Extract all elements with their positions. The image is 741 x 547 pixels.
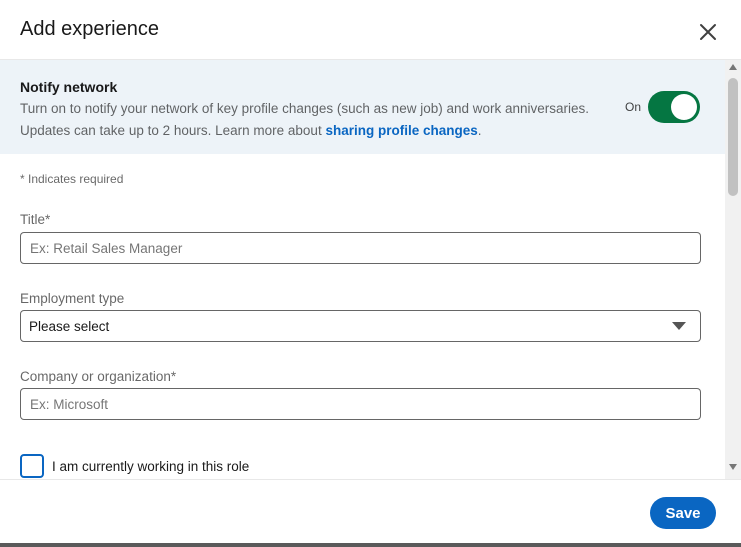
currently-working-label[interactable]: I am currently working in this role [52, 459, 249, 474]
sharing-profile-changes-link[interactable]: sharing profile changes [325, 123, 477, 138]
toggle-state-label: On [625, 100, 642, 114]
employment-type-select[interactable]: Please select [20, 310, 701, 342]
title-input[interactable] [20, 232, 701, 264]
save-button[interactable]: Save [650, 497, 716, 529]
currently-working-checkbox[interactable] [20, 454, 44, 478]
required-note: * Indicates required [20, 172, 124, 186]
scrollbar[interactable] [725, 60, 741, 479]
dialog-title: Add experience [20, 18, 159, 40]
title-label: Title* [20, 212, 51, 227]
window-bottom-edge [0, 543, 741, 547]
close-button[interactable] [690, 14, 726, 50]
dialog-content[interactable]: Notify network Turn on to notify your ne… [0, 60, 741, 479]
dialog-footer: Save [0, 479, 741, 547]
employment-type-label: Employment type [20, 291, 125, 306]
notify-network-panel: Notify network Turn on to notify your ne… [0, 60, 725, 154]
toggle-knob [671, 94, 697, 120]
notify-description-line1: Turn on to notify your network of key pr… [20, 101, 590, 116]
notify-description-line2: Updates can take up to 2 hours. Learn mo… [20, 123, 326, 138]
scroll-down-arrow-icon[interactable] [729, 464, 737, 470]
notify-network-title: Notify network [20, 79, 118, 95]
caret-down-icon [672, 322, 686, 330]
scrollbar-thumb[interactable] [728, 78, 738, 196]
scroll-up-arrow-icon[interactable] [729, 64, 737, 70]
notify-description-end: . [477, 123, 482, 138]
dialog-header: Add experience [0, 0, 741, 60]
close-icon [700, 24, 716, 40]
company-label: Company or organization* [20, 369, 177, 384]
notify-network-description: Turn on to notify your network of key pr… [20, 98, 620, 142]
add-experience-dialog: Add experience Notify network Turn on to… [0, 0, 741, 547]
company-input[interactable] [20, 388, 701, 420]
notify-network-toggle[interactable] [648, 91, 700, 123]
employment-type-value: Please select [29, 319, 110, 334]
